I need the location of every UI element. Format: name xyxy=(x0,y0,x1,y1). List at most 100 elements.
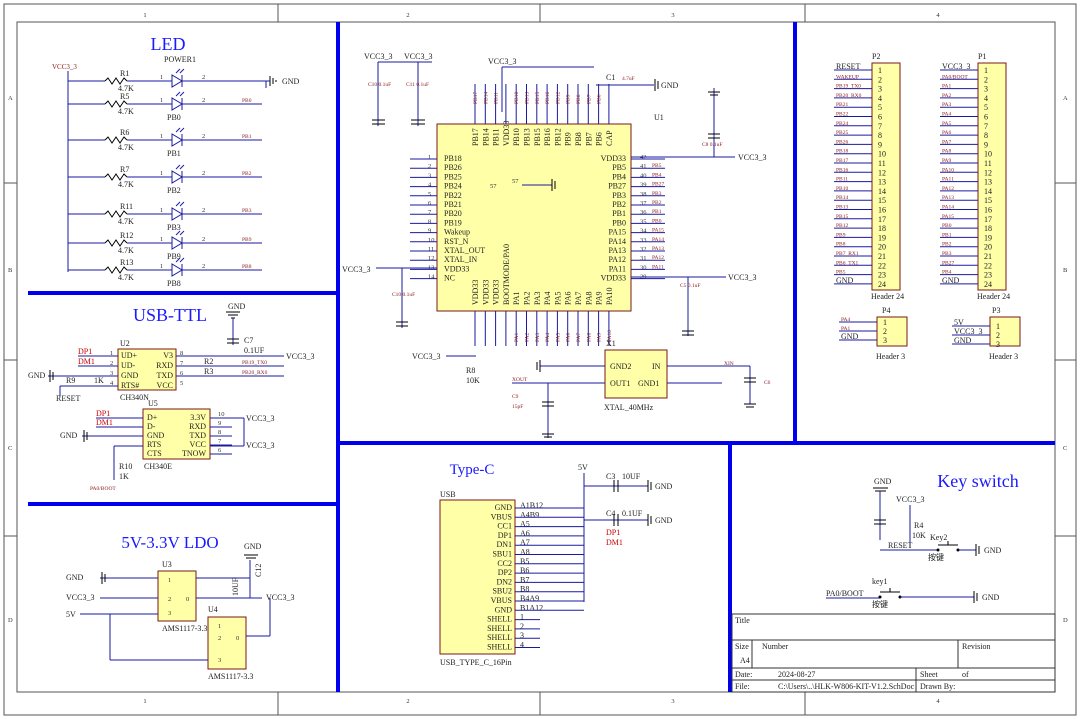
pin-number: 8 xyxy=(984,131,988,140)
pin-number: 10 xyxy=(218,411,225,418)
r4-value: 10K xyxy=(912,531,926,540)
mcu-chip xyxy=(436,123,632,312)
typec-pin-label: SHELL xyxy=(487,624,512,633)
mcu-net-label: PB11 xyxy=(494,92,500,104)
led-ref: PB2 xyxy=(167,186,181,195)
svg-text:2: 2 xyxy=(218,635,221,642)
chip-pin-label: UD- xyxy=(121,361,136,370)
pin-number: 11 xyxy=(878,159,886,168)
gnd-label: GND xyxy=(661,81,679,90)
mcu-net-label: PB6 xyxy=(597,94,603,104)
pin-number: 1 xyxy=(984,66,988,75)
header-net-label: RESET xyxy=(836,62,861,71)
pin-number: 16 xyxy=(878,206,886,215)
led-net-label: PB8 xyxy=(242,264,252,270)
header-net-label: PB3 xyxy=(942,251,952,257)
pin-number: 37 xyxy=(640,200,647,207)
pin-number: 22 xyxy=(984,261,992,270)
c10-value: C10 0.1uF xyxy=(368,82,391,88)
typec-pin-label: GND xyxy=(495,605,513,614)
dp1-label: DP1 xyxy=(606,528,620,537)
header-net-label: GND xyxy=(954,336,972,345)
col-label: 1 xyxy=(143,698,146,705)
mcu-pin-label: Wakeup xyxy=(444,228,470,237)
header-net-label: PB13 xyxy=(836,205,848,211)
u4-part: AMS1117-3.3 xyxy=(208,672,253,681)
pin-number: 5 xyxy=(428,191,431,198)
mcu-pin-label: PB4 xyxy=(612,172,626,181)
pin-number: A6 xyxy=(520,529,530,538)
header-net-label: PA3 xyxy=(942,102,952,108)
typec-pin-label: GND xyxy=(495,503,513,512)
pin-number: A5 xyxy=(520,520,530,529)
mcu-net-label: PB3 xyxy=(652,191,662,197)
p4-ref: P4 xyxy=(882,306,890,315)
p1-header xyxy=(977,62,1007,291)
typec-pin-label: SHELL xyxy=(487,643,512,652)
mcu-pin-label: PB22 xyxy=(444,191,462,200)
pin-number: 10 xyxy=(428,237,435,244)
header-net-label: PB19_TX0 xyxy=(836,84,861,90)
mcu-net-label: PA5 xyxy=(555,332,561,342)
resistor-value: 4.7K xyxy=(118,107,134,116)
mcu-pin-label: PA6 xyxy=(564,292,573,306)
key1-label: 按键 xyxy=(872,599,888,609)
pin-number: 1 xyxy=(996,322,1000,331)
mcu-pin-label: VDD33 xyxy=(502,121,511,146)
x1-pin-right: IN xyxy=(652,362,661,371)
pin-number: 2 xyxy=(202,170,205,177)
file-value: C:\Users\..\HLK-W806-KIT-V1.2.SchDoc xyxy=(778,682,915,691)
mcu-pin-label: PB16 xyxy=(543,128,552,146)
size-value: A4 xyxy=(740,656,750,665)
led-ref: PB3 xyxy=(167,223,181,232)
dp1-label: DP1 xyxy=(96,409,110,418)
header-net-label: PB20_RX0 xyxy=(836,93,862,99)
resistor-ref: R6 xyxy=(120,128,129,137)
pin-number: 1 xyxy=(883,318,887,327)
pin-number: 3 xyxy=(984,85,988,94)
vcc-label: VCC3_3 xyxy=(488,57,516,66)
chip-pin-label: RXD xyxy=(189,422,206,431)
pin-number: 2 xyxy=(202,236,205,243)
mcu-net-label: PA9 xyxy=(597,332,603,342)
led-net-label: PB3 xyxy=(242,208,252,214)
pin-number: 40 xyxy=(640,172,647,179)
mcu-net-label: PB7 xyxy=(586,94,592,104)
header-net-label: PB21 xyxy=(836,102,848,108)
row-label: B xyxy=(8,267,13,274)
gnd-label: GND xyxy=(982,593,1000,602)
typec-pin-label: DP2 xyxy=(498,568,512,577)
pin-number: 8 xyxy=(428,218,431,225)
mcu-net-label: PB2 xyxy=(652,200,662,206)
c8-value: C8 0.1uF xyxy=(702,142,722,148)
header-net-label: GND xyxy=(841,332,859,341)
typec-pin-label: SBU1 xyxy=(492,550,512,559)
mcu-net-label: PB14 xyxy=(483,92,489,104)
pin-number: 9 xyxy=(218,420,221,427)
chip-pin-label: RTS xyxy=(147,440,161,449)
header-net-label: PA5 xyxy=(942,121,952,127)
mcu-pin-label: PB20 xyxy=(444,209,462,218)
u4-chip xyxy=(207,616,247,670)
p4-name: Header 3 xyxy=(876,352,905,361)
mcu-net-label: PA15 xyxy=(652,228,664,234)
chip-pin-label: GND xyxy=(121,371,139,380)
mcu-pin-label: PB24 xyxy=(444,182,462,191)
vcc-label: VCC3_3 xyxy=(364,52,392,61)
mcu-pin-label: XTAL_OUT xyxy=(444,246,485,255)
c6-ref: C6 xyxy=(764,380,771,386)
c3-value: 10UF xyxy=(622,472,641,481)
col-label: 2 xyxy=(406,12,409,19)
pin-number: B5 xyxy=(520,557,529,566)
header-net-label: PB25 xyxy=(836,130,848,136)
pin-number: 9 xyxy=(428,228,431,235)
mcu-net-label: PA3 xyxy=(535,332,541,342)
usb-ttl-title: USB-TTL xyxy=(133,305,207,325)
mcu-pin-label: PA13 xyxy=(609,246,627,255)
p4-header xyxy=(876,316,908,347)
header-net-label: PA0/BOOT xyxy=(942,74,968,80)
pin-number: A4B9 xyxy=(520,510,539,519)
led-net-label: PB0 xyxy=(242,98,252,104)
pin-number: 5 xyxy=(180,380,183,387)
vcc-label: VCC3_3 xyxy=(896,495,924,504)
